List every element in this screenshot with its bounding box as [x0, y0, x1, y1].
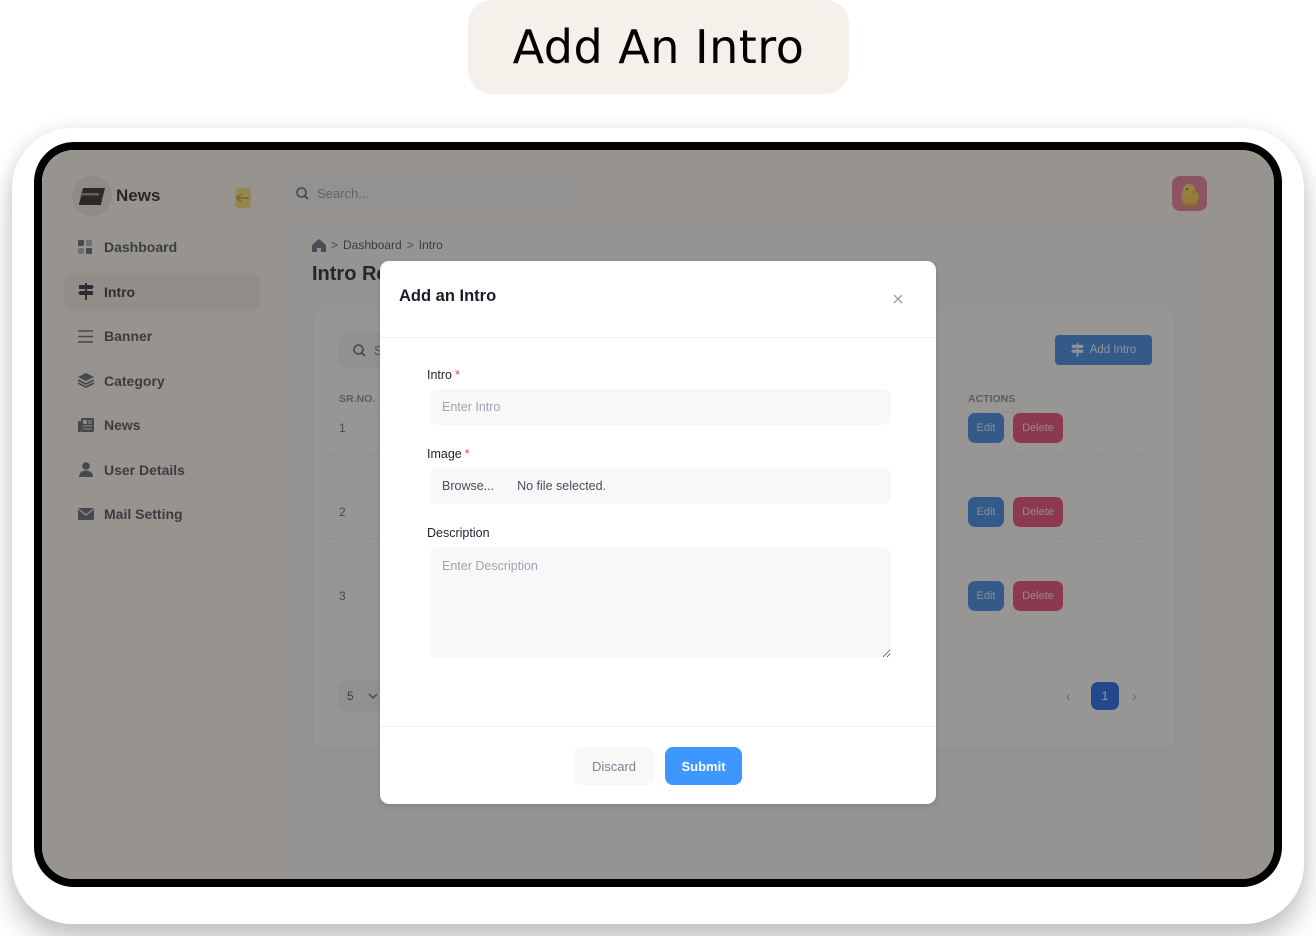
image-label-text: Image	[427, 447, 462, 461]
intro-label-text: Intro	[427, 368, 453, 382]
discard-button[interactable]: Discard	[574, 747, 654, 785]
browse-button[interactable]: Browse...	[442, 479, 494, 493]
intro-label: Intro *	[427, 368, 460, 382]
required-mark: *	[464, 447, 470, 461]
close-button[interactable]	[890, 291, 906, 307]
description-label: Description	[427, 526, 490, 540]
image-file-input[interactable]: Browse... No file selected.	[430, 468, 891, 504]
modal-footer: Discard Submit	[380, 726, 936, 804]
intro-input[interactable]	[430, 389, 891, 425]
image-label: Image *	[427, 447, 470, 461]
file-status: No file selected.	[517, 479, 607, 493]
caption-banner: Add An Intro	[468, 0, 849, 94]
modal-header: Add an Intro	[380, 261, 936, 338]
caption-title: Add An Intro	[512, 20, 805, 74]
required-mark: *	[455, 368, 460, 382]
close-icon	[893, 294, 903, 304]
modal-title: Add an Intro	[399, 287, 497, 305]
description-textarea[interactable]	[430, 547, 891, 658]
add-intro-modal: Add an Intro Intro* Image* Browse... No …	[380, 261, 936, 804]
submit-button[interactable]: Submit	[665, 747, 742, 785]
